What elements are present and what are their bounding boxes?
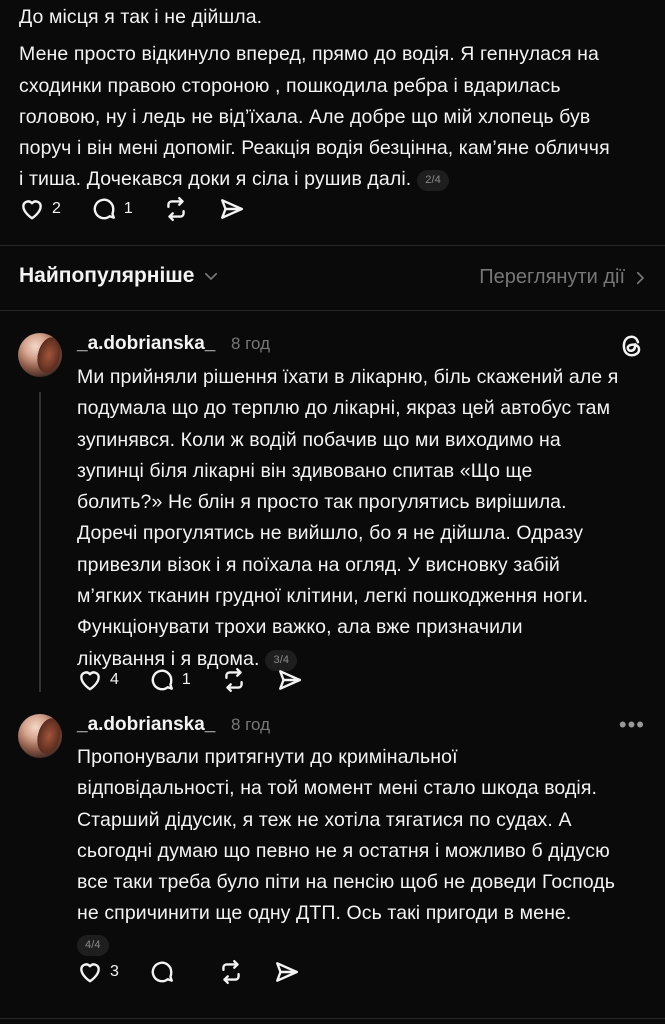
view-activity-label: Переглянути дії (479, 266, 625, 288)
comment-text-line: Функціонувати трохи важко, ала вже призн… (77, 616, 523, 639)
threads-logo-icon[interactable] (619, 333, 645, 359)
comment-text-line: Доречі прогулятись не вийшло, бо я не ді… (77, 522, 584, 545)
sort-label: Найпопулярніше (19, 264, 195, 287)
share-button[interactable] (274, 959, 300, 985)
pager-row: 4/4 (77, 934, 657, 956)
repost-icon (222, 959, 240, 985)
comment-text-line: м’ягких тканин грудної клітини, легкі по… (77, 585, 589, 608)
top-post: До місця я так і не дійшла. Мене просто … (19, 2, 659, 196)
reply-count: 1 (181, 671, 191, 688)
sort-dropdown[interactable]: Найпопулярніше (19, 264, 220, 288)
post-text-line: і тиша. Дочекався доки я сіла і рушив да… (19, 164, 659, 195)
repost-icon (167, 196, 185, 222)
like-count: 2 (52, 200, 61, 217)
thread-pager: 2/4 (417, 170, 449, 192)
comment-text-line: відповідальності, на той момент мені ста… (77, 777, 598, 800)
repost-button[interactable] (163, 196, 189, 222)
reply-button[interactable]: 1 (91, 196, 133, 222)
post-body: Мене просто відкинуло вперед, прямо до в… (19, 39, 659, 195)
comment-text-line: подумала що до терплю до лікарні, якраз … (77, 397, 611, 420)
comment-text-line: все таки треба було піти на пенсію щоб н… (77, 871, 616, 894)
post-text-line: поруч і він мені допоміг. Реакція водія … (19, 137, 610, 160)
like-count: 3 (110, 963, 119, 980)
comment-body: Пропонували притягнути до кримінальної в… (77, 742, 657, 956)
more-options-icon[interactable]: ••• (619, 712, 645, 738)
comment-text-line: сьогодні думаю що певно не я остатня і м… (77, 839, 610, 862)
like-button[interactable]: 3 (77, 959, 119, 985)
reply-button[interactable]: 1 (149, 667, 191, 693)
avatar[interactable] (18, 714, 62, 758)
post-text-line: Мене просто відкинуло вперед, прямо до в… (19, 43, 599, 66)
reply-button[interactable] (149, 959, 188, 985)
thread-line (39, 392, 41, 692)
comment-text-line: Старший дідусик, я теж не хотіла тягатис… (77, 808, 572, 831)
repost-button[interactable] (218, 959, 244, 985)
comment-actions: 3 (77, 959, 330, 985)
comment-icon (151, 961, 173, 983)
send-icon (278, 670, 301, 690)
avatar[interactable] (18, 333, 62, 377)
divider (0, 245, 665, 246)
post-text-span: і тиша. Дочекався доки я сіла і рушив да… (19, 168, 412, 191)
reply-count: 1 (123, 200, 133, 217)
share-button[interactable] (277, 667, 303, 693)
chevron-right-icon (636, 271, 645, 284)
comment-text-line: зупинявся. Коли ж водій побачив що ми ви… (77, 428, 561, 451)
like-button[interactable]: 4 (77, 667, 119, 693)
chevron-down-icon (205, 272, 218, 281)
top-post-actions: 2 1 (19, 196, 275, 222)
repost-icon (225, 667, 243, 693)
comment-text-line: Ми прийняли рішення їхати в лікарню, біл… (77, 366, 619, 388)
send-icon (220, 199, 243, 219)
comment-text-line: зупинці біля лікарні він здивовано спита… (77, 459, 533, 482)
heart-icon (80, 963, 100, 983)
thread-pager: 4/4 (77, 934, 109, 956)
divider (0, 310, 665, 311)
comment-icon (93, 198, 115, 220)
post-text-line: До місця я так і не дійшла. (19, 6, 263, 28)
timestamp: 8 год (231, 334, 271, 353)
comment-text-line: не спричинити ще одну ДТП. Ось такі приг… (77, 902, 572, 925)
repost-button[interactable] (221, 667, 247, 693)
comment-text-line: болить?» Нє блін я просто так прогулятис… (77, 491, 567, 514)
heart-icon (22, 200, 42, 220)
comment-icon (151, 669, 173, 691)
post-text-line: сходинки правою стороною , пошкодила реб… (19, 74, 561, 97)
share-button[interactable] (219, 196, 245, 222)
comment-body: Ми прийняли рішення їхати в лікарню, біл… (77, 362, 657, 675)
timestamp: 8 год (231, 715, 271, 734)
post-text-line: головою, ну і ледь не від’їхала. Але доб… (19, 105, 591, 128)
comment-text-line: привезли візок і я поїхала на огляд. У в… (77, 553, 560, 576)
send-icon (275, 962, 298, 982)
divider (0, 1018, 665, 1019)
comment-actions: 4 1 (77, 667, 333, 693)
username[interactable]: _a.dobrianska_ (77, 714, 215, 736)
view-activity-link[interactable]: Переглянути дії (479, 266, 649, 289)
like-count: 4 (110, 671, 119, 688)
like-button[interactable]: 2 (19, 196, 61, 222)
heart-icon (80, 671, 100, 691)
comment-text-line: Пропонували притягнути до кримінальної (77, 746, 458, 768)
username[interactable]: _a.dobrianska_ (77, 333, 215, 355)
